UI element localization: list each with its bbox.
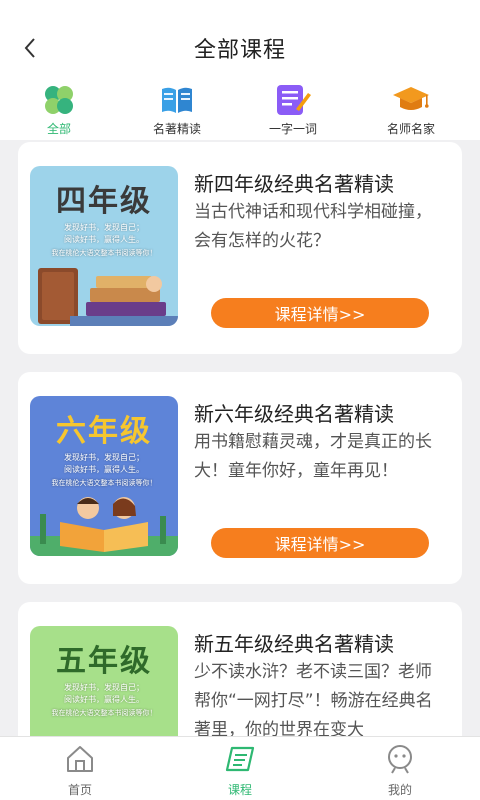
header: 全部课程 全部 名著精读 一字一词 名师名家 [0, 0, 480, 140]
category-label: 名师名家 [386, 122, 435, 136]
course-detail-button[interactable]: 课程详情>> [211, 298, 429, 328]
cover-grade: 四年级 [56, 184, 152, 219]
course-description: 少不读水浒？老不读三国？老师帮你“一网打尽”！畅游在经典名著里，你的世界在变大 [194, 662, 433, 740]
course-card[interactable]: 四年级 发现好书，发现自己； 阅读好书，赢得人生。 我在桃伦大语文整本书阅读等你… [18, 142, 462, 354]
cover-line: 发现好书，发现自己； [64, 223, 144, 232]
tab-label: 首页 [67, 783, 92, 797]
cover-line: 发现好书，发现自己； [64, 453, 144, 462]
books-illustration-icon [38, 268, 178, 326]
graduation-cap-icon [391, 82, 431, 118]
cover-slogan: 发现好书，发现自己； 阅读好书，赢得人生。 [30, 452, 178, 476]
category-nav: 全部 名著精读 一字一词 名师名家 [0, 82, 480, 138]
tab-label: 我的 [387, 783, 412, 797]
cover-line: 我在桃伦大语文整本书阅读等你！ [51, 249, 157, 257]
category-label: 名著精读 [152, 122, 201, 136]
cover-line: 阅读好书，赢得人生。 [64, 695, 144, 704]
category-label: 全部 [46, 122, 71, 136]
tab-label: 课程 [227, 783, 252, 797]
category-all[interactable]: 全部 [14, 82, 104, 137]
course-book-icon [223, 743, 257, 775]
category-teachers[interactable]: 名师名家 [366, 82, 456, 137]
cover-grade: 六年级 [56, 414, 152, 449]
tab-profile[interactable]: 我的 [360, 743, 440, 798]
cover-line: 我在桃伦大语文整本书阅读等你！ [51, 479, 157, 487]
cover-slogan: 发现好书，发现自己； 阅读好书，赢得人生。 [30, 682, 178, 706]
page-title: 全部课程 [193, 38, 286, 63]
course-cover-image: 四年级 发现好书，发现自己； 阅读好书，赢得人生。 我在桃伦大语文整本书阅读等你… [30, 166, 178, 326]
kids-reading-illustration-icon [30, 497, 178, 556]
course-card[interactable]: 六年级 发现好书，发现自己； 阅读好书，赢得人生。 我在桃伦大语文整本书阅读等你… [18, 372, 462, 584]
course-title: 新四年级经典名著精读 [194, 172, 394, 196]
course-title: 新六年级经典名著精读 [194, 402, 394, 426]
cover-line: 发现好书，发现自己； [64, 683, 144, 692]
notepad-pen-icon [273, 82, 313, 118]
cover-grade: 五年级 [56, 644, 152, 679]
bottom-tab-bar: 首页 课程 我的 [0, 736, 480, 800]
tab-courses[interactable]: 课程 [200, 743, 280, 798]
cover-line: 阅读好书，赢得人生。 [64, 235, 144, 244]
open-book-icon [157, 82, 197, 118]
course-title: 新五年级经典名著精读 [194, 632, 394, 656]
course-description: 用书籍慰藉灵魂，才是真正的长大！童年你好，童年再见！ [194, 432, 432, 481]
clover-icon [39, 82, 79, 118]
cover-line: 我在桃伦大语文整本书阅读等你！ [51, 709, 157, 717]
tab-home[interactable]: 首页 [40, 743, 120, 798]
category-classics[interactable]: 名著精读 [132, 82, 222, 137]
cover-line: 阅读好书，赢得人生。 [64, 465, 144, 474]
profile-face-icon [383, 743, 417, 775]
category-words[interactable]: 一字一词 [248, 82, 338, 137]
home-icon [63, 743, 97, 775]
course-detail-button[interactable]: 课程详情>> [211, 528, 429, 558]
course-description: 当古代神话和现代科学相碰撞，会有怎样的火花？ [194, 202, 432, 251]
category-label: 一字一词 [268, 122, 317, 136]
course-cover-image: 六年级 发现好书，发现自己； 阅读好书，赢得人生。 我在桃伦大语文整本书阅读等你… [30, 396, 178, 556]
cover-slogan: 发现好书，发现自己； 阅读好书，赢得人生。 [30, 222, 178, 246]
